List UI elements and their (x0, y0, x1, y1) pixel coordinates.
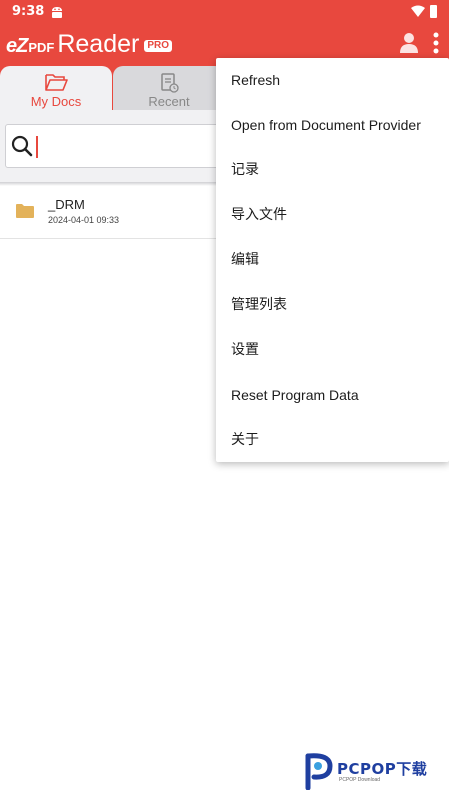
app-logo: eZ PDF Reader PRO (6, 30, 173, 58)
file-name: _DRM (48, 197, 85, 212)
search-icon (11, 135, 33, 157)
tab-recent-label: Recent (148, 94, 190, 109)
overflow-menu: Refresh Open from Document Provider 记录 导… (216, 58, 449, 462)
menu-item-about[interactable]: 关于 (216, 418, 449, 463)
status-time: 9:38 (12, 4, 45, 19)
folder-icon (16, 204, 34, 218)
recent-doc-icon (161, 73, 179, 93)
search-input[interactable] (5, 124, 245, 168)
tab-my-docs-label: My Docs (30, 94, 82, 109)
pcpop-logo-icon (305, 753, 333, 790)
pro-badge: PRO (144, 40, 173, 52)
watermark: PCPOP下载 PCPOP Download (304, 752, 449, 792)
logo-reader: Reader (57, 30, 140, 58)
android-icon (52, 7, 62, 18)
wifi-icon (411, 5, 425, 17)
menu-item-import-file[interactable]: 导入文件 (216, 193, 449, 238)
status-bar: 9:38 (0, 0, 449, 24)
menu-item-reset-program-data[interactable]: Reset Program Data (216, 373, 449, 418)
file-date: 2024-04-01 09:33 (48, 215, 120, 225)
text-caret (36, 136, 38, 158)
logo-ez: eZ (6, 35, 28, 57)
menu-item-refresh[interactable]: Refresh (216, 58, 449, 103)
menu-item-open-document-provider[interactable]: Open from Document Provider (216, 103, 449, 148)
menu-item-manage-list[interactable]: 管理列表 (216, 283, 449, 328)
battery-icon (430, 5, 437, 18)
logo-pdf: PDF (28, 40, 55, 55)
watermark-brand: PCPOP下载 (337, 760, 428, 778)
menu-item-settings[interactable]: 设置 (216, 328, 449, 373)
tab-recent[interactable]: Recent (113, 66, 225, 110)
tab-my-docs[interactable]: My Docs (0, 66, 112, 110)
folder-open-icon (45, 74, 68, 91)
more-vert-icon[interactable] (432, 32, 440, 54)
menu-item-record[interactable]: 记录 (216, 148, 449, 193)
user-icon[interactable] (399, 32, 419, 54)
menu-item-edit[interactable]: 编辑 (216, 238, 449, 283)
watermark-sub: PCPOP Download (339, 777, 381, 783)
